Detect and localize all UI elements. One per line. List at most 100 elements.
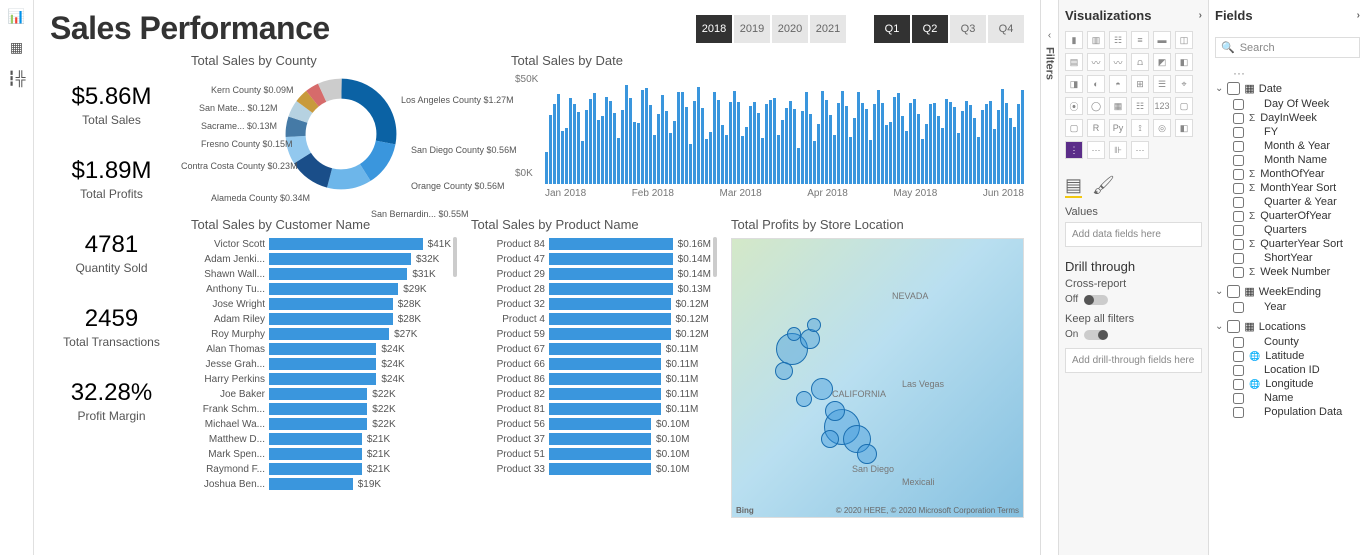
hbar-row[interactable]: Adam Riley$28K [191, 313, 451, 325]
field-checkbox[interactable] [1233, 99, 1244, 110]
quarter-slicer-Q3[interactable]: Q3 [950, 15, 986, 43]
kpi-card[interactable]: 32.28%Profit Margin [50, 379, 173, 423]
hbar-row[interactable]: Joe Baker$22K [191, 388, 451, 400]
hbar-row[interactable]: Product 4$0.12M [471, 313, 711, 325]
hbar-row[interactable]: Product 56$0.10M [471, 418, 711, 430]
field-checkbox[interactable] [1233, 365, 1244, 376]
fields-tab-icon[interactable]: ▤ [1065, 175, 1082, 198]
collapse-fields-icon[interactable]: › [1357, 10, 1360, 21]
hbar-row[interactable]: Frank Schm...$22K [191, 403, 451, 415]
viz-type-icon[interactable]: ▮ [1065, 31, 1083, 49]
hbar-row[interactable]: Roy Murphy$27K [191, 328, 451, 340]
field-item[interactable]: Longitude [1215, 377, 1360, 391]
viz-type-icon[interactable]: ◩ [1153, 53, 1171, 71]
field-checkbox[interactable] [1233, 253, 1244, 264]
hbar-row[interactable]: Product 37$0.10M [471, 433, 711, 445]
viz-type-icon[interactable]: R [1087, 119, 1105, 137]
table-checkbox[interactable] [1227, 320, 1240, 333]
viz-type-icon[interactable]: ◧ [1175, 53, 1193, 71]
field-checkbox[interactable] [1233, 407, 1244, 418]
hbar-row[interactable]: Victor Scott$41K [191, 238, 451, 250]
field-checkbox[interactable] [1233, 211, 1244, 222]
year-slicer-2019[interactable]: 2019 [734, 15, 770, 43]
viz-type-icon[interactable]: ⌖ [1175, 75, 1193, 93]
customer-bar-chart[interactable]: Total Sales by Customer Name Victor Scot… [191, 217, 451, 518]
fields-search-input[interactable]: 🔍 Search [1215, 37, 1360, 58]
viz-type-icon[interactable]: ☰ [1153, 75, 1171, 93]
viz-type-icon[interactable]: ◨ [1065, 75, 1083, 93]
viz-type-icon[interactable]: ◯ [1087, 97, 1105, 115]
field-item[interactable]: QuarterOfYear [1215, 209, 1360, 223]
hbar-row[interactable]: Alan Thomas$24K [191, 343, 451, 355]
scrollbar-thumb[interactable] [453, 237, 457, 277]
field-item[interactable]: Month & Year [1215, 139, 1360, 153]
more-fields-icon[interactable]: ··· [1215, 66, 1360, 80]
field-checkbox[interactable] [1233, 169, 1244, 180]
map-bubble[interactable] [800, 329, 820, 349]
field-item[interactable]: ShortYear [1215, 251, 1360, 265]
viz-type-icon[interactable]: ⊪ [1109, 141, 1127, 159]
field-item[interactable]: Quarter & Year [1215, 195, 1360, 209]
hbar-row[interactable]: Mark Spen...$21K [191, 448, 451, 460]
filters-pane-collapsed[interactable]: ‹ Filters [1040, 0, 1058, 555]
viz-type-icon[interactable]: ≡ [1131, 31, 1149, 49]
viz-type-icon[interactable]: ◫ [1175, 31, 1193, 49]
viz-type-icon[interactable]: ◓ [1109, 75, 1127, 93]
field-item[interactable]: Day Of Week [1215, 97, 1360, 111]
field-item[interactable]: Population Data [1215, 405, 1360, 419]
values-field-well[interactable]: Add data fields here [1065, 222, 1202, 247]
viz-type-icon[interactable]: ◐ [1087, 75, 1105, 93]
hbar-row[interactable]: Product 67$0.11M [471, 343, 711, 355]
field-checkbox[interactable] [1233, 197, 1244, 208]
year-slicer-2020[interactable]: 2020 [772, 15, 808, 43]
viz-type-icon[interactable]: ⋯ [1087, 141, 1105, 159]
viz-type-icon[interactable]: ▤ [1065, 53, 1083, 71]
hbar-row[interactable]: Product 51$0.10M [471, 448, 711, 460]
hbar-row[interactable]: Jesse Grah...$24K [191, 358, 451, 370]
keep-filters-toggle[interactable] [1084, 330, 1108, 340]
map-bubble[interactable] [775, 362, 793, 380]
format-tab-icon[interactable]: 🖌 [1092, 175, 1115, 198]
collapse-viz-icon[interactable]: › [1199, 10, 1202, 21]
field-item[interactable]: Month Name [1215, 153, 1360, 167]
field-table-locations[interactable]: ⌄ ▦ Locations [1215, 318, 1360, 335]
viz-type-icon[interactable]: Py [1109, 119, 1127, 137]
hbar-row[interactable]: Product 28$0.13M [471, 283, 711, 295]
viz-type-icon[interactable]: ⊞ [1131, 75, 1149, 93]
field-checkbox[interactable] [1233, 127, 1244, 138]
field-item[interactable]: DayInWeek [1215, 111, 1360, 125]
hbar-row[interactable]: Product 66$0.11M [471, 358, 711, 370]
viz-type-icon[interactable]: ⋮ [1065, 141, 1083, 159]
viz-type-icon[interactable]: ▢ [1175, 97, 1193, 115]
table-checkbox[interactable] [1227, 285, 1240, 298]
hbar-row[interactable]: Product 59$0.12M [471, 328, 711, 340]
field-checkbox[interactable] [1233, 393, 1244, 404]
field-checkbox[interactable] [1233, 302, 1244, 313]
hbar-row[interactable]: Product 84$0.16M [471, 238, 711, 250]
model-view-icon[interactable]: ┇╬ [7, 70, 25, 87]
map-bubble[interactable] [821, 430, 839, 448]
field-item[interactable]: Year [1215, 300, 1360, 314]
hbar-row[interactable]: Matthew D...$21K [191, 433, 451, 445]
hbar-row[interactable]: Joshua Ben...$19K [191, 478, 451, 490]
viz-type-icon[interactable]: 〰 [1109, 53, 1127, 71]
viz-type-icon[interactable]: ⋯ [1131, 141, 1149, 159]
hbar-row[interactable]: Shawn Wall...$31K [191, 268, 451, 280]
scrollbar-thumb[interactable] [713, 237, 717, 277]
field-table-weekending[interactable]: ⌄ ▦ WeekEnding [1215, 283, 1360, 300]
field-checkbox[interactable] [1233, 351, 1244, 362]
hbar-row[interactable]: Jose Wright$28K [191, 298, 451, 310]
viz-type-icon[interactable]: ⦿ [1065, 97, 1083, 115]
viz-type-icon[interactable]: ⩍ [1131, 53, 1149, 71]
quarter-slicer-Q1[interactable]: Q1 [874, 15, 910, 43]
expand-filters-icon[interactable]: ‹ [1048, 30, 1051, 41]
field-item[interactable]: MonthYear Sort [1215, 181, 1360, 195]
viz-type-icon[interactable]: ▢ [1065, 119, 1083, 137]
year-slicer-2021[interactable]: 2021 [810, 15, 846, 43]
kpi-card[interactable]: $5.86MTotal Sales [50, 83, 173, 127]
drillthrough-field-well[interactable]: Add drill-through fields here [1065, 348, 1202, 373]
field-checkbox[interactable] [1233, 239, 1244, 250]
field-item[interactable]: Location ID [1215, 363, 1360, 377]
map-bubble[interactable] [807, 318, 821, 332]
viz-type-icon[interactable]: ▥ [1087, 31, 1105, 49]
